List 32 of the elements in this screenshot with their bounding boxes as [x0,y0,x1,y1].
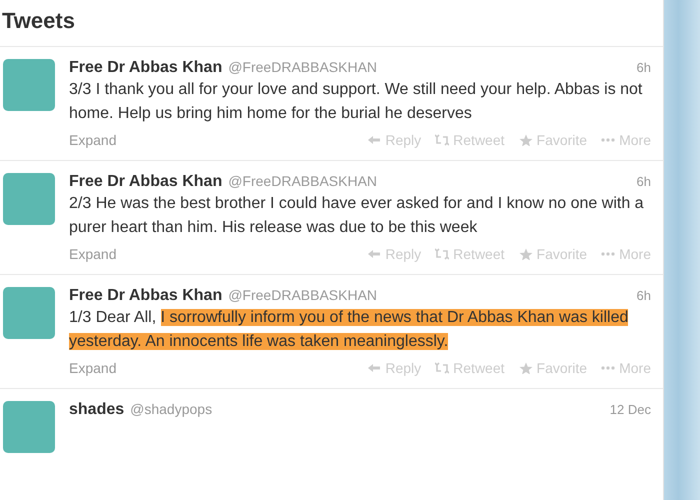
user-name[interactable]: Free Dr Abbas Khan [69,287,222,305]
tweet-time[interactable]: 6h [636,288,651,303]
star-icon [518,134,533,146]
avatar-placeholder[interactable] [3,287,55,339]
star-icon [518,248,533,260]
user-name[interactable]: shades [69,401,124,419]
avatar-placeholder[interactable] [3,59,55,111]
avatar-placeholder[interactable] [3,173,55,225]
user-name[interactable]: Free Dr Abbas Khan [69,173,222,191]
user-name[interactable]: Free Dr Abbas Khan [69,59,222,77]
tweet-text: 3/3 I thank you all for your love and support. We still need your help. Abbas is not home. Help us bring him home for the burial he deserves [69,80,644,124]
arrow-icon [367,248,382,260]
tweet-time[interactable]: 6h [636,174,651,189]
tweet-time[interactable]: 12 Dec [610,402,651,417]
user-handle[interactable]: @FreeDRABBASKHAN [228,287,378,303]
expand-link[interactable]: Expand [69,246,116,262]
user-handle[interactable]: @FreeDRABBASKHAN [228,173,378,189]
avatar-placeholder[interactable] [3,401,55,453]
star-icon [518,362,533,374]
expand-link[interactable]: Expand [69,360,116,376]
arrow-icon [367,134,382,146]
retweet-icon [435,134,450,146]
tweet-text: 2/3 He was the best brother I could have ever asked for and I know no one with a purer heart than him. His release was due to be this week [69,194,645,238]
arrow-icon [367,362,382,374]
user-handle[interactable]: @shadypops [130,401,212,417]
section-title: Tweets [1,7,76,35]
retweet-icon [435,362,450,374]
tweet-time[interactable]: 6h [636,60,651,75]
tweet-text: 1/3 Dear All, I sorrowfully inform you of the news that Dr Abbas Khan was killed yesterday. An innocents life was taken meaninglessly. [69,308,630,352]
retweet-icon [435,248,450,260]
user-handle[interactable]: @FreeDRABBASKHAN [228,59,378,75]
expand-link[interactable]: Expand [69,132,116,148]
